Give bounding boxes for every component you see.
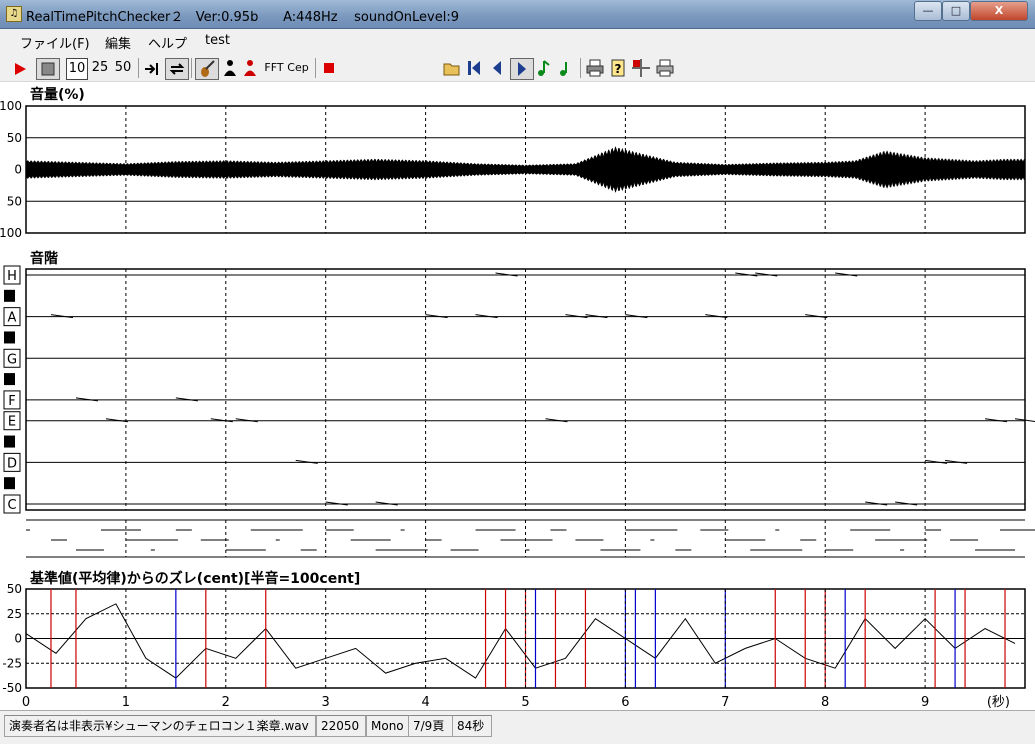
time-tick-label: 6 xyxy=(621,695,629,709)
help-icon[interactable]: ? xyxy=(610,59,626,77)
speed-50-button[interactable]: 50 xyxy=(113,58,133,78)
time-tick-label: 5 xyxy=(521,695,529,709)
print-preview-icon[interactable] xyxy=(656,59,674,77)
black-key xyxy=(4,331,15,344)
time-tick-label: 2 xyxy=(222,695,230,709)
stop-icon xyxy=(41,62,55,76)
status-duration: 84秒 xyxy=(452,715,492,737)
time-tick-label: 0 xyxy=(22,695,30,709)
time-tick-label: 9 xyxy=(921,695,929,709)
main-area: 音量(%) 音階 基準値(平均律)からのズレ(cent)[半音=100cent]… xyxy=(0,82,1035,709)
toolbar-separator xyxy=(580,58,581,78)
step-forward-icon xyxy=(518,62,526,76)
violin-icon xyxy=(201,60,215,77)
time-tick-label: 7 xyxy=(721,695,729,709)
speed-10-button[interactable]: 10 xyxy=(66,58,88,80)
loop-icon xyxy=(169,63,185,75)
title-bar: ♫ RealTimePitchChecker２ Ver:0.95b A:448H… xyxy=(0,0,1035,29)
minimize-button[interactable]: — xyxy=(914,1,942,21)
status-sample-rate: 22050 xyxy=(316,715,366,737)
deviation-tick-label: 50 xyxy=(7,582,22,596)
cepstrum-button[interactable]: Cep xyxy=(286,58,310,78)
status-channels: Mono xyxy=(366,715,410,737)
time-unit-label: (秒) xyxy=(987,695,1010,709)
deviation-tick-label: -25 xyxy=(2,656,22,670)
toolbar-separator xyxy=(315,58,316,78)
play-icon[interactable] xyxy=(12,61,28,77)
volume-tick-label: 100 xyxy=(0,226,22,240)
black-key xyxy=(4,477,15,490)
open-folder-icon[interactable] xyxy=(443,59,461,77)
music-note-icon[interactable] xyxy=(536,59,552,77)
person-icon[interactable] xyxy=(222,59,238,77)
black-key xyxy=(4,289,15,302)
status-file-name: 演奏者名は非表示¥シューマンのチェロコン１楽章.wav xyxy=(4,715,316,737)
instrument-button[interactable] xyxy=(195,58,219,80)
deviation-tick-label: 0 xyxy=(14,632,22,646)
person-red-icon[interactable] xyxy=(242,59,258,77)
app-icon: ♫ xyxy=(6,6,22,22)
marker-icon[interactable] xyxy=(632,59,650,77)
skip-to-start-icon[interactable] xyxy=(466,59,482,77)
fft-button[interactable]: FFT xyxy=(263,58,285,78)
print-icon[interactable] xyxy=(586,59,604,77)
note-label: G xyxy=(7,352,17,367)
note-label: A xyxy=(8,311,17,326)
volume-tick-label: 100 xyxy=(0,99,22,113)
music-note-small-icon[interactable] xyxy=(558,59,574,77)
volume-tick-label: 0 xyxy=(14,163,22,177)
menu-file[interactable]: ファイル(F) xyxy=(20,33,90,52)
volume-tick-label: 50 xyxy=(7,131,22,145)
volume-tick-label: 50 xyxy=(7,194,22,208)
black-key xyxy=(4,435,15,448)
record-icon[interactable] xyxy=(322,61,336,75)
status-page: 7/9頁 xyxy=(408,715,454,737)
loop-button[interactable] xyxy=(165,58,189,80)
time-tick-label: 1 xyxy=(122,695,130,709)
speed-25-button[interactable]: 25 xyxy=(90,58,110,78)
menu-help[interactable]: ヘルプ xyxy=(148,33,187,52)
close-button[interactable]: X xyxy=(970,1,1028,21)
toolbar-separator xyxy=(138,58,139,78)
step-forward-button[interactable] xyxy=(510,58,534,80)
note-label: C xyxy=(7,498,16,513)
menu-bar: ファイル(F) 編集 ヘルプ test xyxy=(0,29,1035,53)
time-tick-label: 3 xyxy=(322,695,330,709)
maximize-button[interactable]: □ xyxy=(942,1,970,21)
deviation-tick-label: 25 xyxy=(7,607,22,621)
deviation-tick-label: -50 xyxy=(2,681,22,695)
skip-to-end-icon[interactable] xyxy=(143,60,161,78)
step-back-icon[interactable] xyxy=(489,59,505,77)
note-label: E xyxy=(8,415,16,430)
note-label: D xyxy=(7,456,17,471)
window-title: RealTimePitchChecker２ Ver:0.95b A:448Hz … xyxy=(26,10,460,25)
menu-test[interactable]: test xyxy=(205,33,230,48)
toolbar: 10 25 50 FFT Cep ＊＊＊ ? xyxy=(0,53,1035,129)
time-tick-label: 4 xyxy=(421,695,429,709)
black-key xyxy=(4,373,15,386)
menu-edit[interactable]: 編集 xyxy=(105,33,131,52)
pitch-chart-canvas[interactable]: 10050050100HAGFEDC50250-25-500 1 2 3 4 5 6 7 8 9(… xyxy=(0,82,1035,709)
note-label: H xyxy=(7,269,17,284)
svg-text:?: ? xyxy=(615,62,622,76)
note-label: F xyxy=(8,394,15,409)
stop-button[interactable] xyxy=(36,58,60,80)
toolbar-separator xyxy=(191,58,192,78)
status-bar: 演奏者名は非表示¥シューマンのチェロコン１楽章.wav 22050 Mono 7… xyxy=(0,710,1035,744)
time-tick-label: 8 xyxy=(821,695,829,709)
